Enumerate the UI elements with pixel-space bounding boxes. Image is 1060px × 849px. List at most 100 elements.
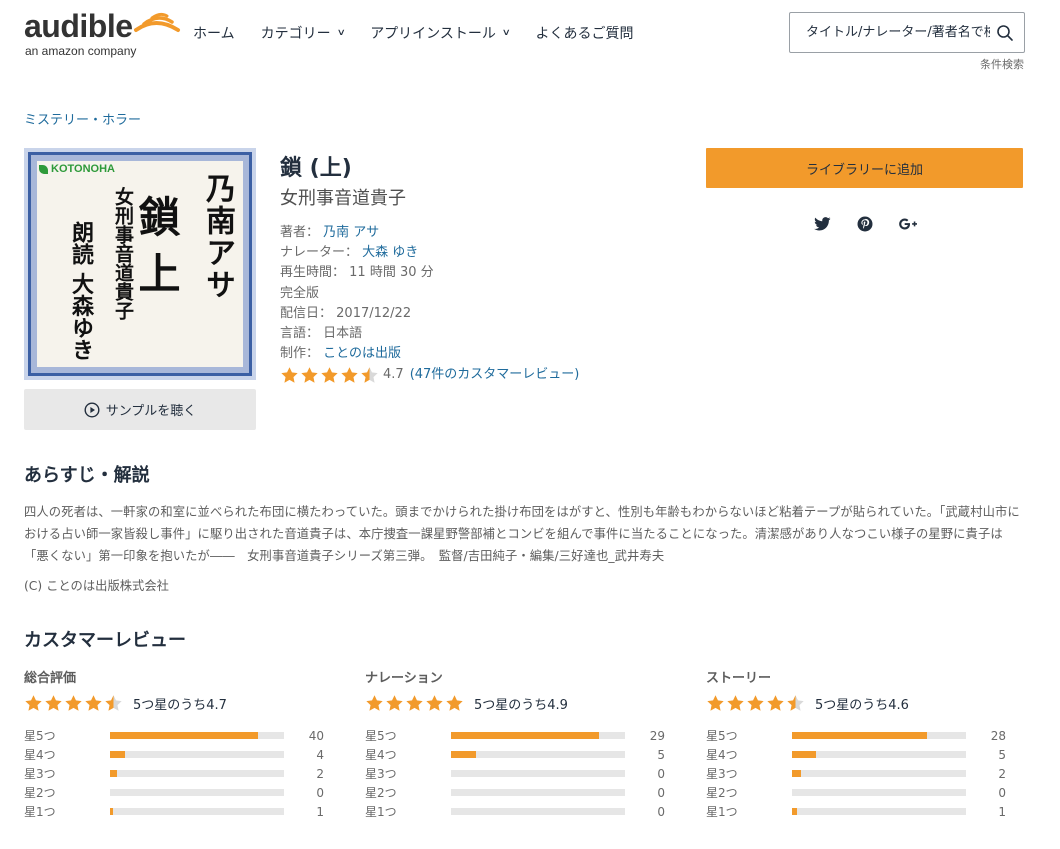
histogram-row[interactable]: 星1つ 1 <box>706 802 1006 821</box>
histogram-row[interactable]: 星1つ 0 <box>365 802 665 821</box>
rating-value: 4.7 <box>383 367 404 383</box>
histogram-row[interactable]: 星2つ 0 <box>365 783 665 802</box>
histogram-count: 40 <box>308 728 324 743</box>
nav-home-label: ホーム <box>193 26 235 42</box>
version-value: 完全版 <box>280 285 320 301</box>
histogram-track <box>450 751 626 758</box>
star-icon <box>446 695 463 711</box>
histogram-track <box>791 789 967 796</box>
histogram-row[interactable]: 星5つ 28 <box>706 726 1006 745</box>
release-value: 2017/12/22 <box>336 305 412 321</box>
star-icon <box>727 695 744 711</box>
histogram-label: 星2つ <box>24 786 56 800</box>
rating-histogram: 星5つ 29 星4つ 5 星3つ 0 星2つ 0 星1つ 0 <box>365 726 665 821</box>
histogram-label: 星2つ <box>706 786 738 800</box>
histogram-track <box>791 732 967 739</box>
publisher-logo: KOTONOHA <box>39 163 115 175</box>
cover-art: KOTONOHA 乃南アサ 鎖 上 女刑事音道貴子 朗読 大森ゆき <box>28 152 252 376</box>
star-icon <box>341 367 358 383</box>
nav-app-install[interactable]: アプリインストール ∨ <box>370 23 511 43</box>
star-icon <box>361 367 378 383</box>
histogram-row[interactable]: 星4つ 4 <box>24 745 324 764</box>
release-label: 配信日： <box>280 305 333 321</box>
histogram-row[interactable]: 星4つ 5 <box>365 745 665 764</box>
nav-categories[interactable]: カテゴリー ∨ <box>261 23 346 43</box>
review-score-row: 5つ星のうち4.6 <box>706 694 1006 713</box>
histogram-label: 星3つ <box>365 767 397 781</box>
histogram-label: 星5つ <box>365 729 397 743</box>
twitter-icon[interactable] <box>812 214 832 234</box>
histogram-row[interactable]: 星1つ 1 <box>24 802 324 821</box>
histogram-fill <box>791 751 816 758</box>
book-subtitle: 女刑事音道貴子 <box>280 188 406 209</box>
nav-home[interactable]: ホーム <box>193 23 235 43</box>
histogram-count: 0 <box>657 804 665 819</box>
histogram-row[interactable]: 星3つ 2 <box>24 764 324 783</box>
summary-text: 四人の死者は、一軒家の和室に並べられた布団に横たわっていた。頭までかけられた掛け… <box>24 505 1020 563</box>
histogram-fill <box>791 732 928 739</box>
review-stars <box>706 694 805 713</box>
histogram-fill <box>450 751 477 758</box>
audible-logo[interactable]: audible an amazon company <box>24 8 180 60</box>
histogram-row[interactable]: 星5つ 40 <box>24 726 324 745</box>
histogram-track <box>791 808 967 815</box>
histogram-count: 28 <box>990 728 1006 743</box>
histogram-label: 星1つ <box>365 805 397 819</box>
histogram-row[interactable]: 星3つ 0 <box>365 764 665 783</box>
book-cover[interactable]: KOTONOHA 乃南アサ 鎖 上 女刑事音道貴子 朗読 大森ゆき <box>24 148 256 380</box>
nav-app-install-label: アプリインストール <box>370 26 496 42</box>
histogram-track <box>791 751 967 758</box>
google-plus-icon[interactable] <box>898 214 918 234</box>
author-link[interactable]: 乃南 アサ <box>323 225 379 240</box>
rating-row: 4.7 (47件のカスタマーレビュー) <box>280 365 579 385</box>
star-icon <box>787 695 804 711</box>
histogram-row[interactable]: 星5つ 29 <box>365 726 665 745</box>
histogram-label: 星3つ <box>706 767 738 781</box>
star-icon <box>25 695 42 711</box>
histogram-row[interactable]: 星4つ 5 <box>706 745 1006 764</box>
search-icon[interactable] <box>996 24 1014 42</box>
histogram-row[interactable]: 星3つ 2 <box>706 764 1006 783</box>
histogram-count: 0 <box>998 785 1006 800</box>
sample-button-label: サンプルを聴く <box>105 404 197 419</box>
narrator-link[interactable]: 大森 ゆき <box>362 245 418 260</box>
star-icon <box>45 695 62 711</box>
review-column-title: ストーリー <box>706 671 772 686</box>
advanced-search-link[interactable]: 条件検索 <box>980 56 1024 72</box>
nav-faq-label: よくあるご質問 <box>535 26 634 42</box>
histogram-track <box>109 808 285 815</box>
histogram-row[interactable]: 星2つ 0 <box>706 783 1006 802</box>
pinterest-icon[interactable] <box>855 214 875 234</box>
histogram-row[interactable]: 星2つ 0 <box>24 783 324 802</box>
reviews-heading: カスタマーレビュー <box>24 630 186 651</box>
cover-narrator: 朗読 大森ゆき <box>68 221 94 361</box>
review-score-text: 5つ星のうち4.7 <box>133 698 227 713</box>
summary-heading: あらすじ・解説 <box>24 465 150 486</box>
histogram-track <box>450 732 626 739</box>
review-column-title: ナレーション <box>365 671 443 686</box>
sample-button[interactable]: サンプルを聴く <box>24 389 256 430</box>
nav-faq[interactable]: よくあるご質問 <box>536 23 634 43</box>
histogram-count: 2 <box>316 766 324 781</box>
search-input[interactable] <box>806 25 990 40</box>
publisher-label: 制作： <box>280 346 320 362</box>
review-score-text: 5つ星のうち4.6 <box>815 698 909 713</box>
histogram-fill <box>109 732 258 739</box>
review-score-row: 5つ星のうち4.9 <box>365 694 665 713</box>
add-to-library-button[interactable]: ライブラリーに追加 <box>706 148 1023 188</box>
star-icon <box>366 695 383 711</box>
histogram-track <box>109 751 285 758</box>
star-icon <box>65 695 82 711</box>
histogram-fill <box>109 770 118 777</box>
publisher-link[interactable]: ことのは出版 <box>323 346 401 361</box>
logo-wordmark: audible <box>24 8 133 44</box>
histogram-label: 星5つ <box>706 729 738 743</box>
rating-stars <box>280 366 379 385</box>
star-icon <box>406 695 423 711</box>
histogram-track <box>109 732 285 739</box>
breadcrumb[interactable]: ミステリー・ホラー <box>24 109 141 128</box>
reviews-link[interactable]: (47件のカスタマーレビュー) <box>410 365 580 385</box>
histogram-track <box>450 808 626 815</box>
book-title: 鎖 (上) <box>280 156 352 181</box>
review-score-row: 5つ星のうち4.7 <box>24 694 324 713</box>
